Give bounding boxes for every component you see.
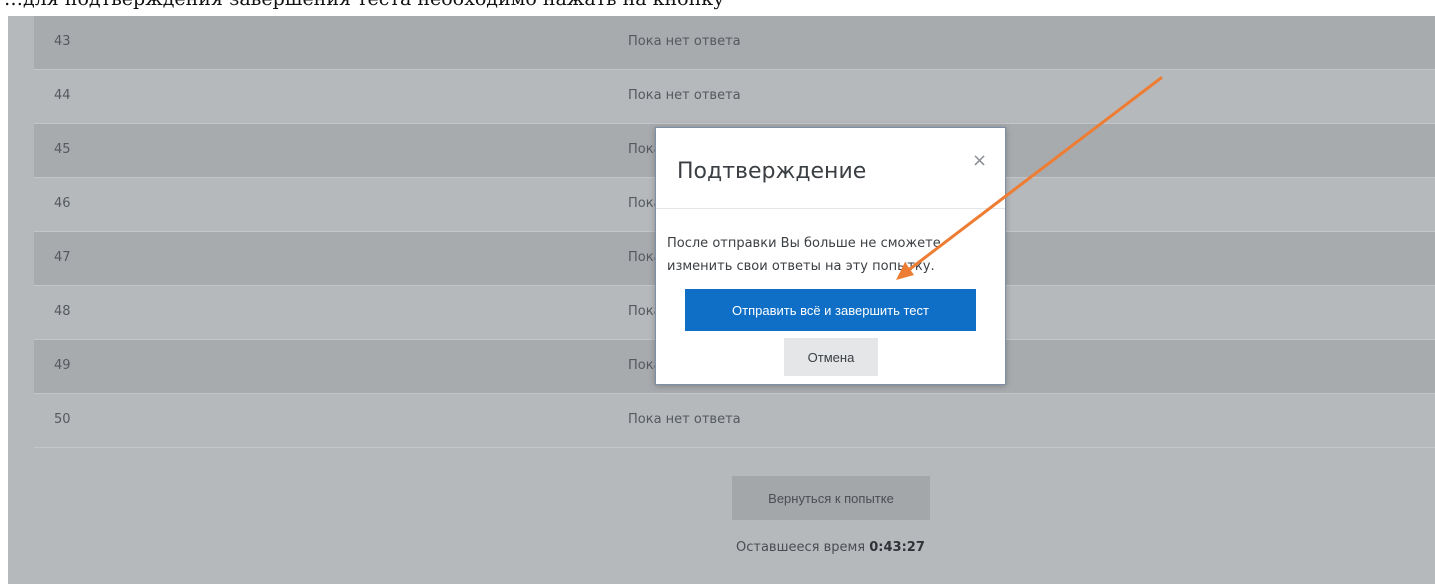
question-status: Пока нет ответа [628, 34, 741, 49]
confirmation-dialog: Подтверждение × После отправки Вы больше… [655, 127, 1006, 385]
table-row: 44 Пока нет ответа [34, 70, 1435, 124]
question-number: 48 [54, 304, 71, 319]
dialog-body-line: После отправки Вы больше не сможете [667, 236, 941, 251]
dialog-body-line: изменить свои ответы на эту попытку. [667, 259, 935, 274]
table-row: 43 Пока нет ответа [34, 16, 1435, 70]
dialog-body: После отправки Вы больше не сможете изме… [667, 232, 997, 278]
question-number: 46 [54, 196, 71, 211]
question-number: 45 [54, 142, 71, 157]
time-left-value: 0:43:27 [869, 540, 925, 555]
question-status: Пока нет ответа [628, 412, 741, 427]
cancel-button[interactable]: Отмена [784, 338, 878, 376]
dialog-header: Подтверждение × [656, 128, 1005, 209]
time-left: Оставшееся время 0:43:27 [736, 540, 925, 555]
caption-strip: …для подтверждения завершения теста необ… [0, 0, 1435, 16]
caption-text: …для подтверждения завершения теста необ… [4, 0, 724, 10]
submit-all-and-finish-button[interactable]: Отправить всё и завершить тест [685, 289, 976, 331]
question-number: 47 [54, 250, 71, 265]
question-number: 44 [54, 88, 71, 103]
question-number: 43 [54, 34, 71, 49]
dialog-title: Подтверждение [677, 159, 867, 184]
return-to-attempt-button[interactable]: Вернуться к попытке [732, 476, 930, 520]
question-status: Пока нет ответа [628, 88, 741, 103]
time-left-label: Оставшееся время [736, 540, 866, 555]
close-icon[interactable]: × [972, 150, 987, 171]
table-row: 50 Пока нет ответа [34, 394, 1435, 448]
question-number: 49 [54, 358, 71, 373]
question-number: 50 [54, 412, 71, 427]
